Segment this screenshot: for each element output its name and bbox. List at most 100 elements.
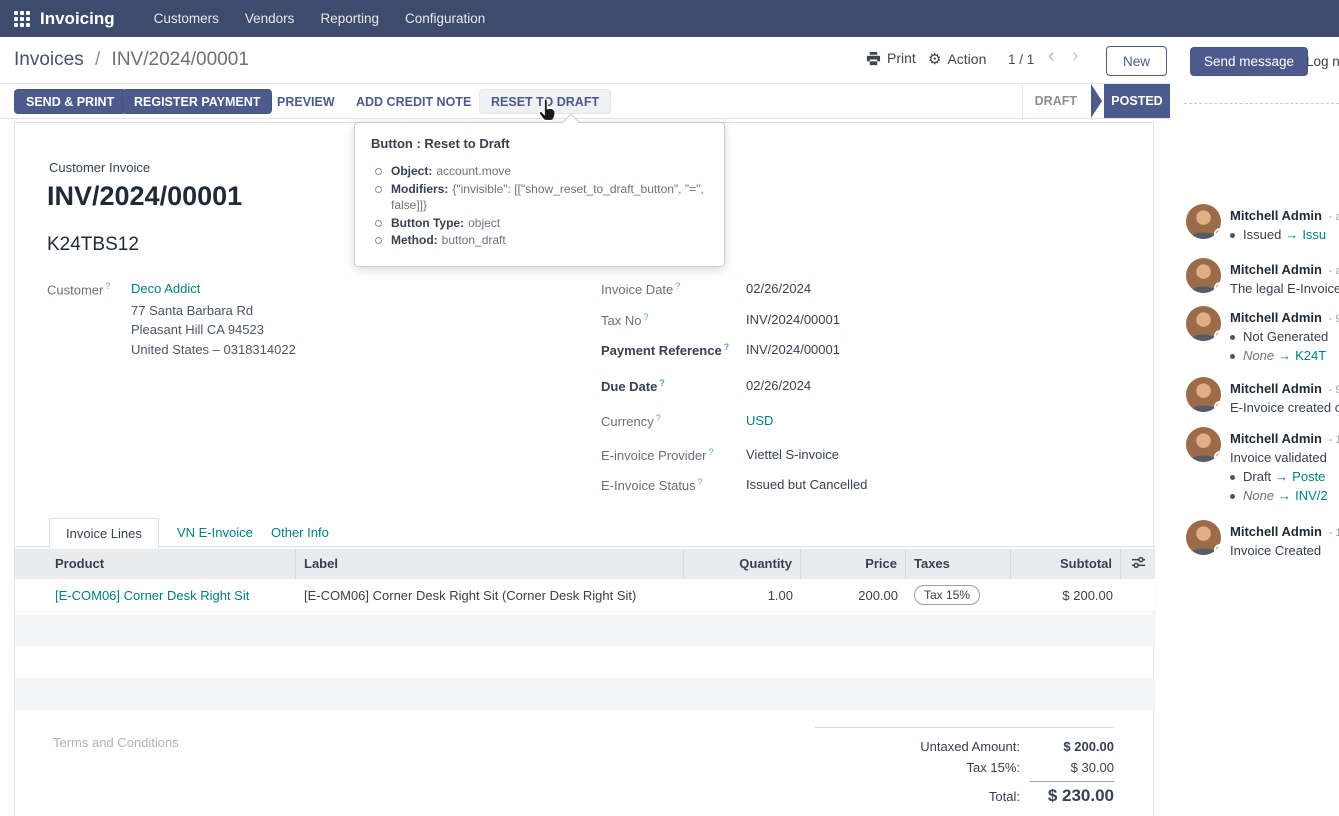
total-row: Total: $ 230.00 [815, 778, 1114, 807]
breadcrumb: Invoices / INV/2024/00001 [14, 49, 249, 71]
einvoice-provider-value[interactable]: Viettel S-invoice [746, 447, 839, 462]
label-column-header[interactable]: Label [296, 549, 684, 579]
log-note-button[interactable]: Log n [1306, 54, 1339, 69]
avatar[interactable] [1186, 427, 1221, 462]
terms-and-conditions-placeholder[interactable]: Terms and Conditions [53, 735, 179, 750]
subtotal-column-header[interactable]: Subtotal [1011, 549, 1121, 579]
control-panel: Invoices / INV/2024/00001 Print ⚙ Action… [0, 37, 1170, 84]
print-button[interactable]: Print [866, 50, 916, 66]
due-date-value[interactable]: 02/26/2024 [746, 378, 811, 393]
send-message-button[interactable]: Send message [1190, 47, 1308, 76]
action-button[interactable]: ⚙ Action [928, 50, 986, 68]
breadcrumb-separator: / [95, 49, 100, 70]
tax-no-value[interactable]: INV/2024/00001 [746, 312, 840, 327]
author-name[interactable]: Mitchell Admin [1230, 524, 1322, 539]
new-button[interactable]: New [1106, 46, 1167, 76]
tooltip-item-modifiers: Modifiers:{"invisible": [["show_reset_to… [371, 181, 708, 214]
row-quantity-cell[interactable]: 1.00 [684, 588, 801, 603]
row-taxes-cell[interactable]: Tax 15% [906, 585, 1011, 605]
notebook-tabs: Invoice Lines VN E-Invoice Other Info [15, 518, 1155, 547]
message-time: - 1 [1329, 527, 1339, 539]
product-column-header[interactable]: Product [47, 549, 296, 579]
tax-badge[interactable]: Tax 15% [914, 585, 980, 605]
customer-field-label: Customer? [47, 281, 110, 297]
avatar[interactable] [1186, 377, 1221, 412]
field-currency: Currency? USD [601, 413, 1121, 429]
tab-other-info[interactable]: Other Info [255, 518, 345, 547]
arrow-right-icon: → [1278, 348, 1291, 363]
row-price-cell[interactable]: 200.00 [801, 588, 906, 603]
tooltip-title: Button : Reset to Draft [371, 136, 708, 151]
message-text: The legal E-Invoice [1230, 281, 1339, 296]
help-icon: ? [709, 447, 714, 457]
author-name[interactable]: Mitchell Admin [1230, 310, 1322, 325]
status-circle-icon [1214, 451, 1221, 462]
app-menu-invoicing[interactable]: Invoicing [40, 9, 115, 29]
apps-grid-icon[interactable] [14, 11, 30, 27]
nav-item-customers[interactable]: Customers [154, 11, 219, 26]
printer-icon [866, 51, 881, 66]
tax-value: $ 30.00 [1030, 757, 1114, 778]
help-icon: ? [656, 413, 661, 423]
field-tax-no: Tax No? INV/2024/00001 [601, 312, 1121, 328]
nav-item-reporting[interactable]: Reporting [320, 11, 379, 26]
author-name[interactable]: Mitchell Admin [1230, 431, 1322, 446]
currency-value-link[interactable]: USD [746, 413, 773, 428]
pager-previous-icon[interactable]: ‹ [1048, 45, 1055, 68]
tab-invoice-lines[interactable]: Invoice Lines [49, 518, 159, 548]
message-header: Mitchell Admin - 1 [1230, 431, 1339, 446]
invoice-reference: K24TBS12 [47, 234, 139, 256]
field-invoice-date: Invoice Date? 02/26/2024 [601, 281, 1121, 297]
avatar[interactable] [1186, 204, 1221, 239]
message-text: Invoice validated [1230, 450, 1327, 465]
message-header: Mitchell Admin - a [1230, 262, 1339, 277]
einvoice-status-value[interactable]: Issued but Cancelled [746, 477, 867, 492]
nav-item-configuration[interactable]: Configuration [405, 11, 485, 26]
field-payment-reference: Payment Reference? INV/2024/00001 [601, 342, 1121, 358]
preview-button[interactable]: PREVIEW [266, 89, 346, 114]
status-circle-icon [1214, 330, 1221, 341]
author-name[interactable]: Mitchell Admin [1230, 381, 1322, 396]
sliders-icon [1131, 555, 1146, 570]
status-arrow-icon [1091, 84, 1102, 118]
table-row[interactable]: [E-COM06] Corner Desk Right Sit [E-COM06… [15, 579, 1155, 612]
price-column-header[interactable]: Price [801, 549, 906, 579]
payment-reference-value[interactable]: INV/2024/00001 [746, 342, 840, 357]
row-label-cell[interactable]: [E-COM06] Corner Desk Right Sit (Corner … [296, 588, 684, 603]
customer-link[interactable]: Deco Addict [131, 281, 200, 296]
status-state-draft[interactable]: DRAFT [1035, 94, 1077, 108]
row-product-link[interactable]: [E-COM06] Corner Desk Right Sit [47, 588, 296, 603]
quantity-column-header[interactable]: Quantity [684, 549, 801, 579]
tax-row: Tax 15%: $ 30.00 [815, 757, 1114, 778]
taxes-column-header[interactable]: Taxes [906, 549, 1011, 579]
tracking-change: Issued→Issu [1243, 227, 1326, 242]
invoice-lines-table: Product Label Quantity Price Taxes Subto… [15, 549, 1155, 612]
nav-item-vendors[interactable]: Vendors [245, 11, 295, 26]
author-name[interactable]: Mitchell Admin [1230, 208, 1322, 223]
message-header: Mitchell Admin - 1 [1230, 524, 1339, 539]
message-text: E-Invoice created o [1230, 400, 1339, 415]
send-print-button[interactable]: SEND & PRINT [14, 89, 126, 114]
help-icon: ? [675, 281, 680, 291]
untaxed-amount-label: Untaxed Amount: [815, 736, 1030, 757]
invoice-date-value[interactable]: 02/26/2024 [746, 281, 811, 296]
avatar[interactable] [1186, 306, 1221, 341]
avatar[interactable] [1186, 258, 1221, 293]
author-name[interactable]: Mitchell Admin [1230, 262, 1322, 277]
help-icon: ? [659, 378, 665, 388]
register-payment-button[interactable]: REGISTER PAYMENT [122, 89, 272, 114]
optional-columns-icon[interactable] [1121, 555, 1155, 573]
avatar[interactable] [1186, 520, 1221, 555]
screen: Invoicing Customers Vendors Reporting Co… [0, 0, 1339, 816]
add-credit-note-button[interactable]: ADD CREDIT NOTE [345, 89, 482, 114]
message-time: - 9 [1329, 313, 1339, 325]
status-circle-icon [1214, 401, 1221, 412]
tax-label: Tax 15%: [815, 757, 1030, 778]
tab-vn-e-invoice[interactable]: VN E-Invoice [161, 518, 269, 547]
status-state-posted[interactable]: POSTED [1104, 84, 1170, 118]
breadcrumb-invoices-link[interactable]: Invoices [14, 49, 84, 70]
invoice-number-heading: INV/2024/00001 [47, 181, 242, 212]
gear-icon: ⚙ [928, 50, 941, 68]
pager-next-icon[interactable]: › [1072, 45, 1079, 68]
message-time: - 9 [1329, 384, 1339, 396]
